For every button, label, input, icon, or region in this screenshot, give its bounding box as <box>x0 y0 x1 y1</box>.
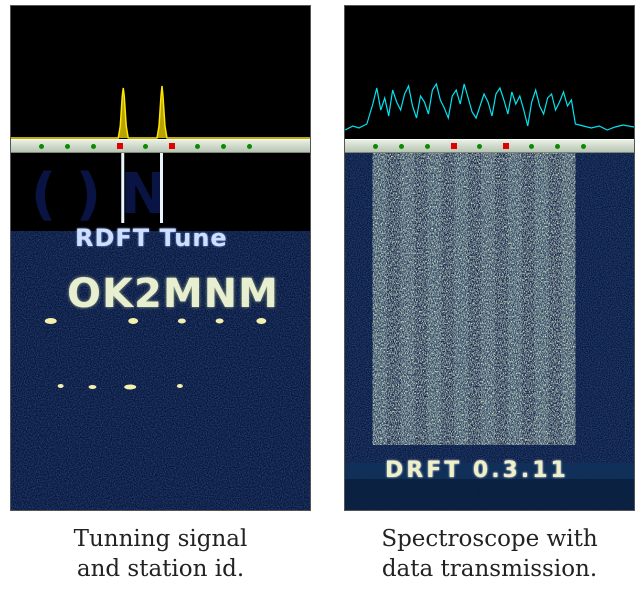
tuning-marker-red <box>451 143 457 149</box>
tuning-marker-green <box>143 144 148 149</box>
tuning-bar[interactable] <box>11 139 310 153</box>
tuning-marker-green <box>581 144 586 149</box>
tuning-marker-green <box>195 144 200 149</box>
tuning-marker-red <box>503 143 509 149</box>
tuning-marker-green <box>425 144 430 149</box>
waterfall-display: ( ) N <box>11 153 310 510</box>
tuning-marker-red <box>169 143 175 149</box>
spectrum-display <box>345 6 634 139</box>
caption-left-line2: and station id. <box>76 556 245 582</box>
tuning-marker-green <box>39 144 44 149</box>
caption-right-line1: Spectroscope with <box>381 526 598 552</box>
tuning-marker-green <box>91 144 96 149</box>
tuning-marker-green <box>373 144 378 149</box>
waterfall-footer: DRFT 0.3.11 <box>385 458 569 483</box>
caption-left: Tunning signal and station id. <box>10 524 311 584</box>
carrier-line <box>121 153 125 223</box>
tuning-signal-panel: ( ) N RDFT Tune OK2MNM <box>10 5 311 511</box>
caption-right: Spectroscope with data transmission. <box>344 524 635 584</box>
tuning-marker-green <box>529 144 534 149</box>
tuning-marker-green <box>399 144 404 149</box>
tuning-marker-green <box>247 144 252 149</box>
carrier-line <box>160 153 163 223</box>
tuning-marker-green <box>555 144 560 149</box>
svg-text:( ) N: ( ) N <box>31 162 167 227</box>
caption-right-line2: data transmission. <box>381 556 598 582</box>
caption-left-line1: Tunning signal <box>73 526 248 552</box>
spectrum-display <box>11 6 310 139</box>
tuning-marker-green <box>477 144 482 149</box>
station-id: OK2MNM <box>67 271 279 317</box>
tuning-marker-green <box>221 144 226 149</box>
tuning-marker-green <box>65 144 70 149</box>
tuning-bar[interactable] <box>345 139 634 153</box>
waterfall-title: RDFT Tune <box>75 224 228 252</box>
spectroscope-panel: DRFT 0.3.11 <box>344 5 635 511</box>
tuning-marker-red <box>117 143 123 149</box>
